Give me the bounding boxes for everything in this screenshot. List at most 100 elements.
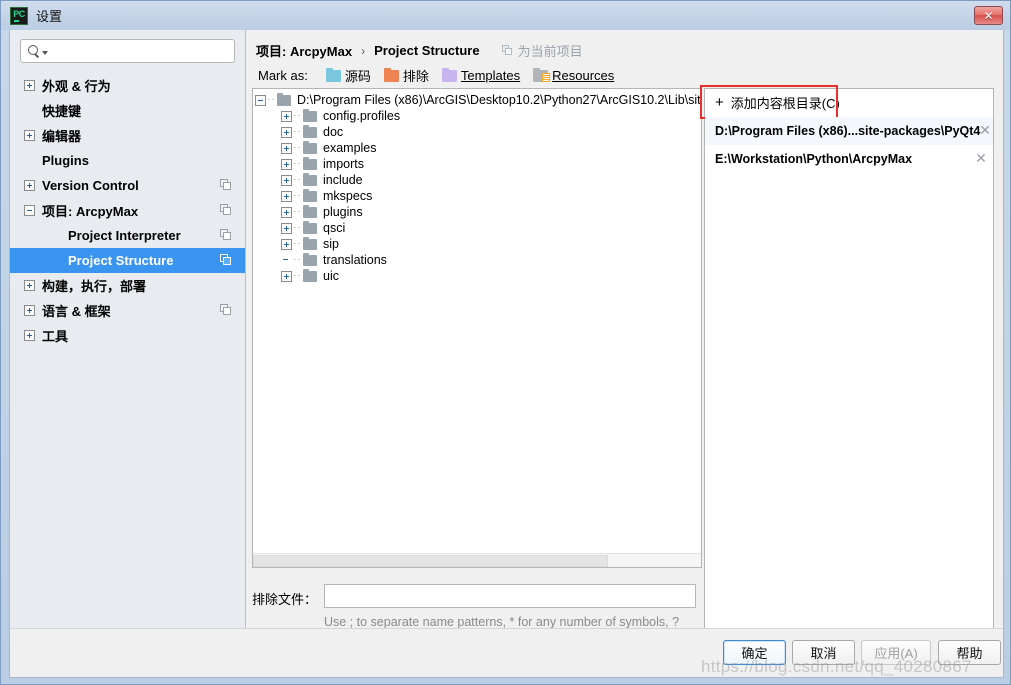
expand-icon[interactable] xyxy=(24,180,35,191)
folder-sources-icon xyxy=(325,67,341,82)
apply-button[interactable]: 应用(A) xyxy=(861,640,931,665)
sidebar-item-plugins[interactable]: Plugins xyxy=(10,148,245,173)
breadcrumb: 项目: ArcpyMax › Project Structure 为当前项目 xyxy=(256,41,583,60)
tree-guide-dots: ·· xyxy=(293,222,302,233)
breadcrumb-project[interactable]: 项目: ArcpyMax xyxy=(256,41,352,60)
tree-guide-dots: ·· xyxy=(293,254,302,265)
expand-icon[interactable] xyxy=(24,330,35,341)
collapse-icon[interactable] xyxy=(255,94,266,106)
copy-icon xyxy=(501,45,513,56)
ok-button[interactable]: 确定 xyxy=(723,640,786,665)
expand-icon[interactable] xyxy=(281,190,292,202)
mark-as-resources-button[interactable]: Resources xyxy=(533,67,615,83)
add-content-root-button[interactable]: + 添加内容根目录(C) xyxy=(700,85,993,119)
copy-icon xyxy=(220,204,232,216)
sidebar-item-tools[interactable]: 工具 xyxy=(10,323,245,348)
content-root-item[interactable]: E:\Workstation\Python\ArcpyMax ✕ xyxy=(705,145,993,173)
file-tree-row[interactable]: ·· examples xyxy=(253,140,701,156)
file-tree-root-label: D:\Program Files (x86)\ArcGIS\Desktop10.… xyxy=(297,93,701,107)
pycharm-icon-text: PC xyxy=(13,9,25,19)
dialog-body: 外观 & 行为 快捷键 编辑器 Plugins Version Control … xyxy=(9,30,1004,678)
expand-icon[interactable] xyxy=(281,174,292,186)
help-button[interactable]: 帮助 xyxy=(938,640,1001,665)
file-tree-row[interactable]: ·· include xyxy=(253,172,701,188)
expand-icon[interactable] xyxy=(281,270,292,282)
expand-icon[interactable] xyxy=(281,142,292,154)
mark-as-sources-button[interactable]: 源码 xyxy=(325,66,371,85)
file-tree-row[interactable]: ·· uic xyxy=(253,268,701,284)
sidebar-item-build-execution-deployment[interactable]: 构建，执行，部署 xyxy=(10,273,245,298)
sidebar-item-label: 外观 & 行为 xyxy=(42,79,111,94)
expand-icon[interactable] xyxy=(24,280,35,291)
page-title: Project Structure xyxy=(374,43,480,58)
sidebar-item-appearance[interactable]: 外观 & 行为 xyxy=(10,73,245,98)
folder-icon xyxy=(303,268,317,282)
for-current-project-label: 为当前项目 xyxy=(501,41,583,60)
scrollbar-thumb[interactable] xyxy=(253,555,608,567)
file-tree-row-label: qsci xyxy=(323,221,346,235)
file-tree-row[interactable]: ·· doc xyxy=(253,124,701,140)
file-tree-root-row[interactable]: ·· D:\Program Files (x86)\ArcGIS\Desktop… xyxy=(253,92,701,108)
remove-content-root-icon[interactable]: ✕ xyxy=(974,150,988,166)
remove-content-root-icon[interactable]: ✕ xyxy=(978,122,992,138)
expand-icon[interactable] xyxy=(281,206,292,218)
file-tree-row[interactable]: ·· qsci xyxy=(253,220,701,236)
collapse-icon[interactable] xyxy=(24,205,35,216)
mark-as-resources-label: Resources xyxy=(552,68,615,83)
expand-icon[interactable] xyxy=(24,80,35,91)
content-root-item[interactable]: D:\Program Files (x86)...site-packages\P… xyxy=(705,117,993,145)
folder-icon xyxy=(303,124,317,138)
file-tree-row[interactable]: ·· mkspecs xyxy=(253,188,701,204)
mark-as-templates-button[interactable]: Templates xyxy=(441,67,520,83)
expand-icon[interactable] xyxy=(281,110,292,122)
sidebar-item-project-interpreter[interactable]: Project Interpreter xyxy=(10,223,245,248)
chevron-down-icon[interactable] xyxy=(42,51,48,55)
sidebar-item-keymap[interactable]: 快捷键 xyxy=(10,98,245,123)
tree-guide-dots: ·· xyxy=(293,110,302,121)
file-tree-row[interactable]: ·· config.profiles xyxy=(253,108,701,124)
sidebar-item-editor[interactable]: 编辑器 xyxy=(10,123,245,148)
expand-icon[interactable] xyxy=(281,158,292,170)
sidebar-item-label: 快捷键 xyxy=(42,104,82,119)
sidebar-item-project[interactable]: 项目: ArcpyMax xyxy=(10,198,245,223)
expand-icon[interactable] xyxy=(24,305,35,316)
file-tree-row[interactable]: ·· translations xyxy=(253,252,701,268)
tree-guide-dots: ·· xyxy=(267,94,276,105)
folder-icon xyxy=(303,156,317,170)
title-bar: PC 设置 ✕ xyxy=(1,1,1010,30)
file-tree-row[interactable]: ·· imports xyxy=(253,156,701,172)
for-current-project-text: 为当前项目 xyxy=(517,44,583,59)
search-input[interactable] xyxy=(20,39,235,63)
expand-icon[interactable] xyxy=(281,222,292,234)
close-icon[interactable]: ✕ xyxy=(974,6,1003,25)
mark-as-sources-label: 源码 xyxy=(344,69,371,84)
file-tree-row[interactable]: ·· sip xyxy=(253,236,701,252)
tree-guide-dots: ·· xyxy=(293,142,302,153)
sidebar-item-project-structure[interactable]: Project Structure xyxy=(10,248,245,273)
file-tree-row-label: include xyxy=(323,173,363,187)
content-roots-panel: + 添加内容根目录(C) D:\Program Files (x86)...si… xyxy=(700,85,994,656)
tree-guide-dots: ·· xyxy=(293,238,302,249)
mark-as-label: Mark as: xyxy=(258,68,308,83)
tree-guide-dots: ·· xyxy=(293,190,302,201)
tree-guide-dots: ·· xyxy=(293,206,302,217)
expand-icon[interactable] xyxy=(281,126,292,138)
folder-icon xyxy=(303,220,317,234)
expand-icon[interactable] xyxy=(24,130,35,141)
expand-icon[interactable] xyxy=(281,238,292,250)
cancel-button[interactable]: 取消 xyxy=(792,640,855,665)
file-tree-row-label: doc xyxy=(323,125,344,139)
mark-as-excluded-button[interactable]: 排除 xyxy=(383,66,429,85)
file-tree-row-label: imports xyxy=(323,157,364,171)
folder-excluded-icon xyxy=(383,67,399,82)
sidebar-item-version-control[interactable]: Version Control xyxy=(10,173,245,198)
project-file-tree[interactable]: ·· D:\Program Files (x86)\ArcGIS\Desktop… xyxy=(252,88,702,568)
file-tree-row[interactable]: ·· plugins xyxy=(253,204,701,220)
settings-tree: 外观 & 行为 快捷键 编辑器 Plugins Version Control … xyxy=(10,73,245,348)
exclude-files-input[interactable] xyxy=(324,584,696,608)
mark-as-toolbar: Mark as: 源码 排除 Templates Resources xyxy=(258,66,627,85)
sidebar-item-languages-frameworks[interactable]: 语言 & 框架 xyxy=(10,298,245,323)
tree-guide-dots: ·· xyxy=(293,270,302,281)
plus-icon: + xyxy=(715,94,724,111)
horizontal-scrollbar[interactable] xyxy=(253,553,701,567)
